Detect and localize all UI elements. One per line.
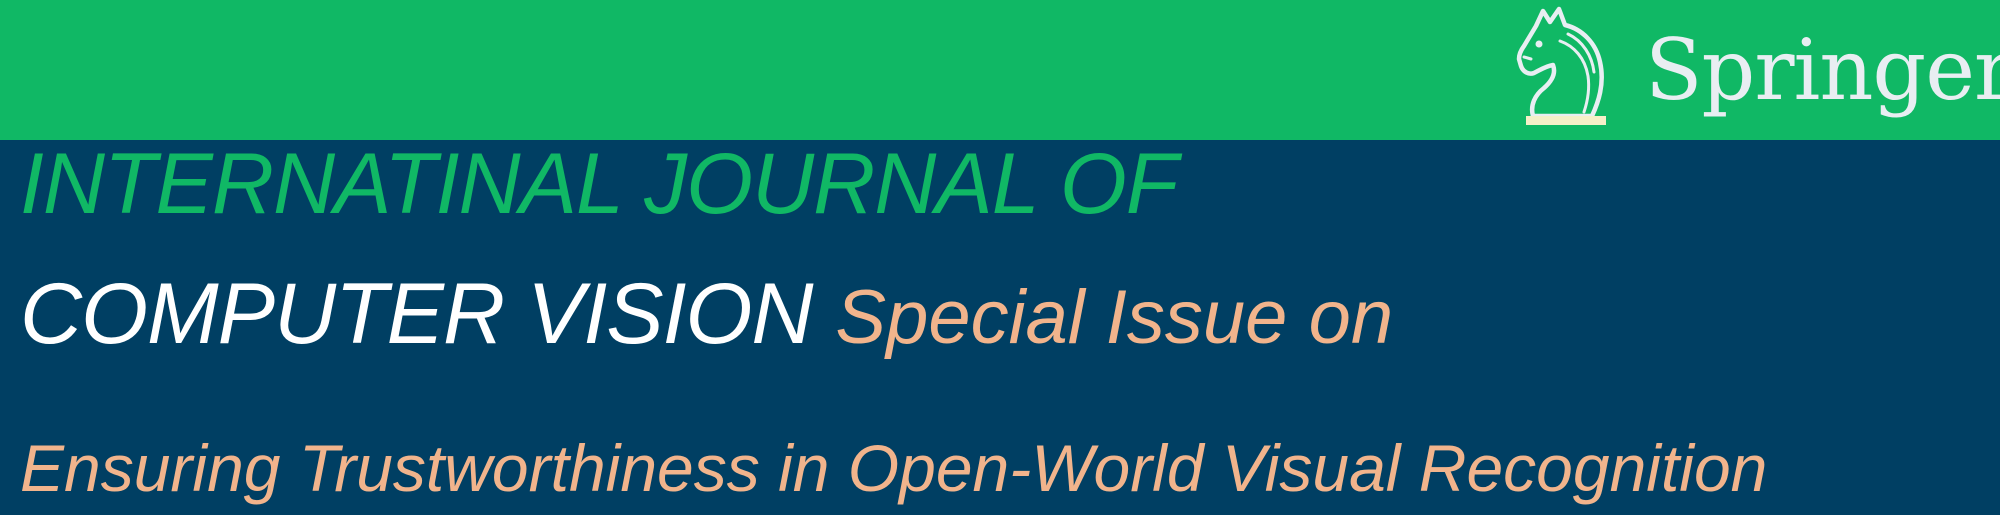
springer-wordmark: Springer — [1645, 21, 2000, 119]
special-issue-banner: Springer INTERNATINAL JOURNAL OF COMPUTE… — [0, 0, 2000, 515]
springer-logo: Springer — [1512, 4, 2000, 128]
journal-title-line-2: COMPUTER VISION — [20, 266, 814, 362]
journal-title-line-1: INTERNATINAL JOURNAL OF — [20, 136, 1178, 232]
journal-title-line-2-row: COMPUTER VISION Special Issue on — [20, 264, 1393, 368]
special-issue-topic: Ensuring Trustworthiness in Open-World V… — [20, 431, 1768, 505]
special-issue-label: Special Issue on — [835, 275, 1394, 360]
knight-chess-horse-icon — [1516, 6, 1606, 125]
